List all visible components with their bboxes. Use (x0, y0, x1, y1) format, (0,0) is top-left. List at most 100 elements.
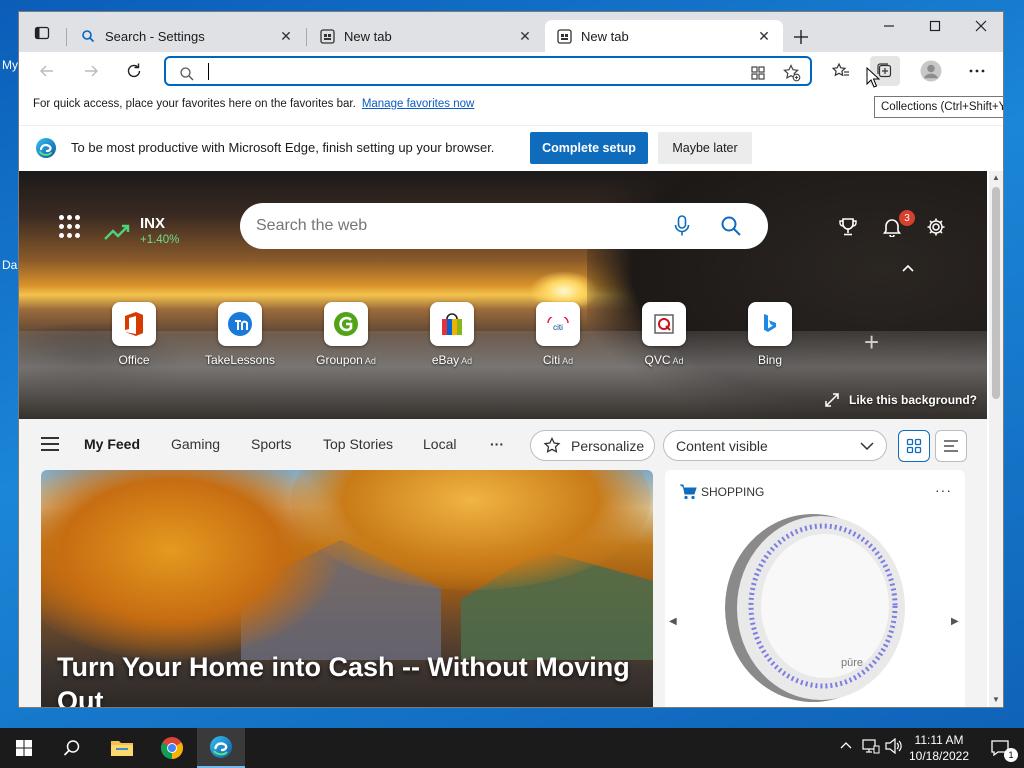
action-center-button[interactable]: 1 (976, 728, 1024, 768)
scroll-down-arrow[interactable]: ▼ (992, 695, 1000, 704)
microphone-icon[interactable] (674, 215, 690, 237)
mouse-pointer-icon (866, 67, 880, 88)
feed-navigation: My Feed Gaming Sports Top Stories Local … (19, 421, 987, 469)
grid-view-button[interactable] (898, 430, 930, 462)
quick-link-office[interactable]: Office (94, 302, 174, 367)
chevron-up-icon (840, 742, 852, 749)
address-input[interactable] (206, 61, 726, 81)
tab-strip: Search - Settings ✕ New tab ✕ New tab ✕ (19, 12, 1003, 52)
network-icon (862, 739, 880, 754)
more-horizontal-icon (969, 69, 985, 73)
favorites-button[interactable] (826, 56, 856, 86)
start-button[interactable] (0, 728, 48, 768)
feed-tab-sports[interactable]: Sports (251, 436, 291, 452)
taskbar-file-explorer[interactable] (98, 728, 146, 768)
groupon-icon (324, 302, 368, 346)
refresh-button[interactable] (119, 56, 149, 86)
chevron-up-icon[interactable] (901, 263, 915, 273)
maximize-button[interactable] (912, 12, 958, 40)
edge-icon (210, 736, 232, 758)
address-bar[interactable] (164, 56, 812, 86)
desktop-icon-label[interactable]: My (2, 58, 18, 72)
close-window-button[interactable] (958, 12, 1003, 40)
shopping-label: SHOPPING (701, 485, 765, 499)
edge-logo-icon (36, 138, 56, 158)
close-tab-icon[interactable]: ✕ (277, 27, 295, 45)
feed-tab-gaming[interactable]: Gaming (171, 436, 220, 452)
tab-divider (66, 28, 67, 46)
taskbar-chrome[interactable] (148, 728, 196, 768)
rewards-button[interactable] (835, 214, 861, 240)
show-hidden-icons-button[interactable] (840, 738, 852, 752)
shopping-card[interactable]: SHOPPING ··· ◀ ▶ pūre (665, 470, 965, 707)
quick-link-bing[interactable]: Bing (730, 302, 810, 367)
search-icon[interactable] (720, 215, 742, 237)
settings-more-button[interactable] (962, 56, 992, 86)
page-settings-button[interactable] (923, 214, 949, 240)
article-card[interactable]: Turn Your Home into Cash -- Without Movi… (41, 470, 653, 707)
ad-label: Ad (672, 356, 684, 366)
quick-link-takelessons[interactable]: TakeLessons (200, 302, 280, 367)
quick-link-qvc[interactable]: QVC Ad (624, 302, 704, 367)
add-favorite-star-icon[interactable] (782, 63, 802, 83)
ad-label: Ad (562, 356, 574, 366)
quick-link-label: QVC (644, 353, 671, 367)
content-visibility-dropdown[interactable]: Content visible (663, 430, 887, 461)
minimize-button[interactable] (866, 12, 912, 40)
quick-link-groupon[interactable]: Groupon Ad (306, 302, 386, 367)
app-available-icon[interactable] (748, 63, 768, 83)
quick-link-ebay[interactable]: eBay Ad (412, 302, 492, 367)
windows-logo-icon (16, 740, 32, 756)
page-scrollbar[interactable]: ▲ ▼ (989, 171, 1003, 707)
scroll-up-arrow[interactable]: ▲ (992, 173, 1000, 182)
feed-tab-top-stories[interactable]: Top Stories (323, 436, 393, 452)
web-search-box[interactable] (240, 203, 768, 249)
tab-actions-icon (34, 26, 50, 40)
minimize-icon (884, 25, 894, 27)
feed-menu-button[interactable] (41, 437, 59, 451)
new-tab-button[interactable] (787, 24, 815, 50)
forward-button[interactable] (76, 56, 106, 86)
scrollbar-thumb[interactable] (992, 187, 1000, 399)
tab-search-settings[interactable]: Search - Settings ✕ (69, 20, 305, 52)
maybe-later-button[interactable]: Maybe later (658, 132, 752, 164)
desktop-icon-label[interactable]: Da (2, 258, 17, 272)
maximize-icon (929, 20, 941, 32)
quick-link-label: Groupon (316, 353, 363, 367)
tab-new-tab[interactable]: New tab ✕ (308, 20, 544, 52)
refresh-icon (127, 63, 141, 78)
network-button[interactable] (862, 738, 880, 757)
taskbar-clock[interactable]: 11:11 AM 10/18/2022 (904, 732, 974, 764)
tab-title: New tab (344, 28, 392, 44)
stock-symbol: INX (140, 215, 166, 232)
close-tab-icon[interactable]: ✕ (755, 27, 773, 45)
card-more-button[interactable]: ··· (935, 482, 952, 498)
carousel-prev-arrow[interactable]: ◀ (669, 616, 677, 627)
tab-new-tab-active[interactable]: New tab ✕ (545, 20, 783, 52)
complete-setup-button[interactable]: Complete setup (530, 132, 648, 164)
feed-tab-local[interactable]: Local (423, 436, 456, 452)
taskbar-edge[interactable] (197, 728, 245, 768)
tab-divider (306, 28, 307, 46)
feed-tab-my-feed[interactable]: My Feed (84, 436, 140, 452)
manage-favorites-link[interactable]: Manage favorites now (362, 98, 475, 110)
personalize-button[interactable]: Personalize (530, 430, 655, 461)
back-button[interactable] (32, 56, 62, 86)
shopping-header: SHOPPING (679, 484, 764, 500)
quick-link-citi[interactable]: citi Citi Ad (518, 302, 598, 367)
volume-button[interactable] (885, 737, 903, 757)
taskbar-search-button[interactable] (48, 728, 96, 768)
web-search-input[interactable] (256, 215, 656, 237)
search-icon (176, 63, 196, 83)
quick-link-label: Bing (757, 353, 783, 367)
feed-more-button[interactable]: ··· (490, 436, 504, 452)
add-site-button[interactable]: + (864, 329, 879, 355)
profile-button[interactable] (916, 56, 946, 86)
like-background-button[interactable]: Like this background? (825, 393, 977, 407)
close-tab-icon[interactable]: ✕ (516, 27, 534, 45)
quick-link-label: eBay (431, 353, 460, 367)
apps-launcher-button[interactable] (59, 215, 83, 239)
tab-actions-button[interactable] (27, 22, 57, 44)
carousel-next-arrow[interactable]: ▶ (951, 616, 959, 627)
list-view-button[interactable] (935, 430, 967, 462)
